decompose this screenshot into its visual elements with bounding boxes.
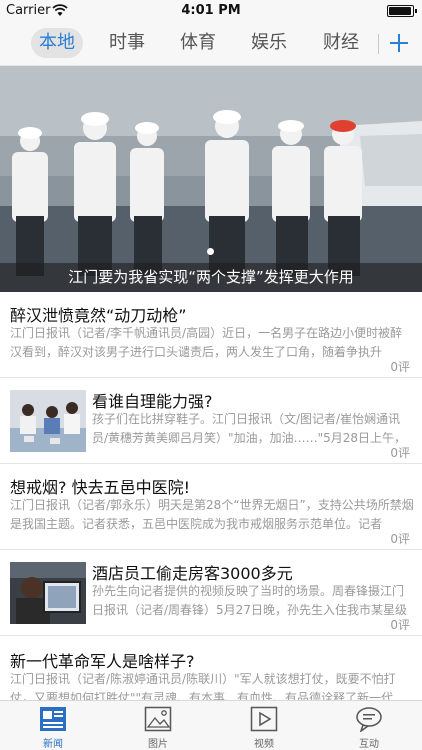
article-item[interactable]: 看谁自理能力强? 孩子们在比拼穿鞋子。江门日报讯（文/图记者/崔怡娴通讯员/黄穗…: [0, 378, 422, 464]
article-title: 新一代革命军人是啥样子?: [10, 652, 195, 671]
article-title: 看谁自理能力强?: [92, 392, 213, 411]
picture-icon: [144, 706, 172, 732]
video-icon: [250, 706, 278, 732]
news-icon: [40, 707, 66, 731]
article-item[interactable]: 酒店员工偷走房客3000多元 孙先生向记者提供的视频反映了当时的场景。周春锋摄江…: [0, 550, 422, 636]
bottom-tab-bar: 新闻 图片 视频 互动: [0, 700, 422, 750]
article-summary: 孙先生向记者提供的视频反映了当时的场景。周春锋摄江门日报讯（记者/周春锋）5月2…: [92, 584, 407, 617]
category-tab-local[interactable]: 本地: [31, 28, 83, 58]
article-item[interactable]: 醉汉泄愤竟然“动刀动枪” 江门日报讯（记者/李千帆通讯员/高园）近日，一名男子在…: [0, 292, 422, 378]
article-thumbnail: [10, 562, 86, 624]
article-summary: 江门日报讯（记者/郭永乐）明天是第28个“世界无烟日”，支持公共场所禁烟是我国主…: [10, 498, 414, 531]
tab-pictures[interactable]: 图片: [118, 701, 198, 750]
category-bar: 本地 时事 体育 娱乐 财经: [0, 22, 422, 66]
article-title: 酒店员工偷走房客3000多元: [92, 564, 293, 583]
banner-caption: 江门要为我省实现“两个支撑”发挥更大作用: [68, 268, 354, 286]
chat-icon: [356, 707, 382, 732]
article-summary: 江门日报讯（记者/陈淑婷通讯员/陈联川）"军人就该想打仗，既要不怕打仗，又要想如…: [10, 672, 396, 700]
article-item[interactable]: 想戒烟? 快去五邑中医院! 江门日报讯（记者/郭永乐）明天是第28个“世界无烟日…: [0, 464, 422, 550]
category-tab-entertainment[interactable]: 娱乐: [243, 28, 295, 58]
comment-count: 0评: [390, 618, 410, 632]
article-title: 醉汉泄愤竟然“动刀动枪”: [10, 306, 187, 325]
banner-photo: [0, 66, 422, 292]
article-summary: 孩子们在比拼穿鞋子。江门日报讯（文/图记者/崔怡娴通讯员/黄穗芳黄美卿吕月笑）"…: [92, 412, 406, 445]
category-tab-finance[interactable]: 财经: [315, 28, 367, 58]
article-summary: 江门日报讯（记者/李千帆通讯员/高园）近日，一名男子在路边小便时被醉汉看到，醉汉…: [10, 326, 403, 359]
category-tab-current-affairs[interactable]: 时事: [101, 28, 153, 58]
tab-news[interactable]: 新闻: [13, 701, 93, 750]
clock: 4:01 PM: [181, 3, 241, 18]
tab-interaction[interactable]: 互动: [329, 701, 409, 750]
tab-label: 图片: [148, 739, 168, 750]
comment-count: 0评: [390, 532, 410, 546]
comment-count: 0评: [390, 360, 410, 374]
status-bar: Carrier 4:01 PM: [0, 0, 422, 22]
article-thumbnail: [10, 390, 86, 452]
tab-label: 互动: [359, 739, 379, 750]
carousel-indicator: [207, 248, 214, 255]
add-category-icon[interactable]: [384, 28, 414, 58]
tab-label: 新闻: [43, 739, 63, 750]
tab-video[interactable]: 视频: [224, 701, 304, 750]
category-tab-sports[interactable]: 体育: [172, 28, 224, 58]
category-divider: [378, 34, 379, 54]
article-item[interactable]: 新一代革命军人是啥样子? 江门日报讯（记者/陈淑婷通讯员/陈联川）"军人就该想打…: [0, 636, 422, 700]
battery-icon: [387, 5, 417, 17]
tab-label: 视频: [254, 739, 274, 750]
article-title: 想戒烟? 快去五邑中医院!: [10, 478, 190, 497]
headline-banner[interactable]: 江门要为我省实现“两个支撑”发挥更大作用: [0, 66, 422, 292]
comment-count: 0评: [390, 446, 410, 460]
